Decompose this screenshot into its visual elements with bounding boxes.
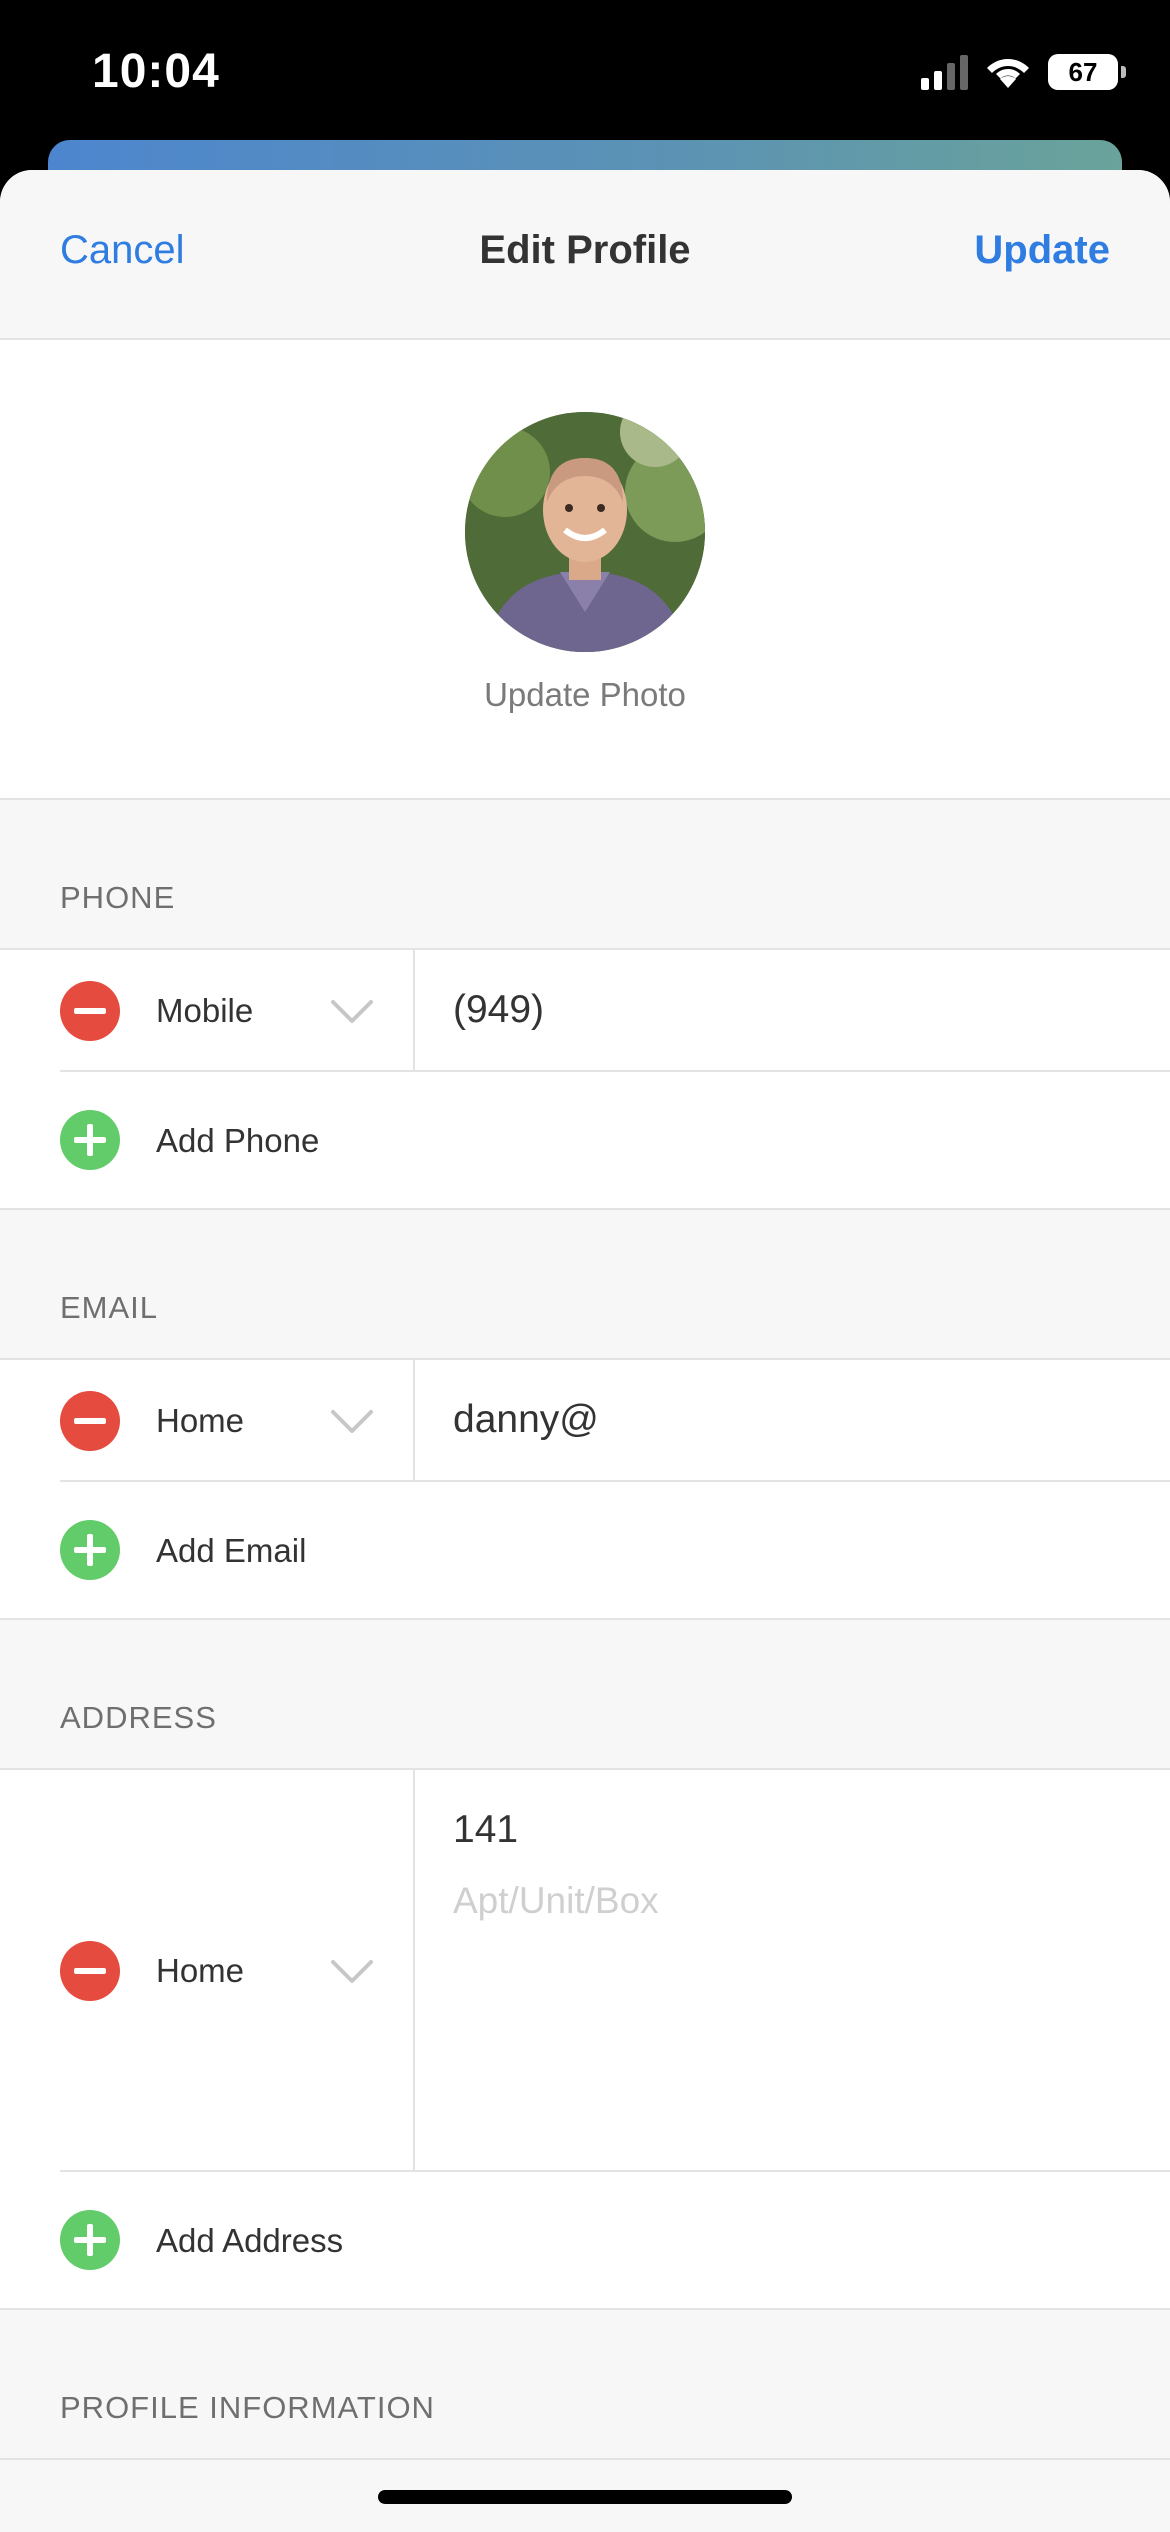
address-section-label: ADDRESS (60, 1700, 217, 1735)
battery-indicator: 67 (1048, 54, 1126, 90)
status-bar: 10:04 67 (0, 0, 1170, 150)
avatar[interactable] (465, 412, 705, 652)
phone-number-value: (949) (453, 988, 545, 1031)
phone-type-label: Mobile (156, 992, 254, 1029)
remove-phone-button[interactable] (60, 981, 120, 1041)
add-email-button[interactable] (60, 1520, 120, 1580)
address-group: Home 141 Apt/Unit/Box Add Address (0, 1770, 1170, 2310)
add-phone-row[interactable]: Add Phone (0, 1072, 1170, 1208)
remove-address-button[interactable] (60, 1941, 120, 2001)
apt-unit-box-field[interactable]: Apt/Unit/Box (453, 1880, 659, 1922)
edit-profile-sheet: Cancel Edit Profile Update Update Photo (0, 170, 1170, 2532)
add-phone-label: Add Phone (156, 1122, 320, 1159)
phone-entry-row: Mobile (949) (0, 950, 1170, 1072)
remove-email-button[interactable] (60, 1391, 120, 1451)
update-button[interactable]: Update (974, 228, 1110, 273)
email-group: Home danny@ Add Email (0, 1360, 1170, 1620)
add-email-label: Add Email (156, 1532, 307, 1569)
minus-icon (74, 1008, 106, 1014)
address-section-header: ADDRESS (0, 1620, 1170, 1770)
add-email-row[interactable]: Add Email (0, 1482, 1170, 1618)
phone-number-field[interactable]: (949) (415, 950, 1170, 1072)
status-time: 10:04 (92, 45, 220, 98)
address-type-label: Home (156, 1952, 245, 1989)
phone-section-label: PHONE (60, 880, 176, 915)
email-value: danny@ (453, 1398, 599, 1441)
profile-information-section-label: PROFILE INFORMATION (60, 2390, 435, 2425)
avatar-image (465, 412, 705, 652)
email-type-label: Home (156, 1402, 245, 1439)
email-section-header: EMAIL (0, 1210, 1170, 1360)
email-field[interactable]: danny@ (415, 1360, 1170, 1482)
add-address-row[interactable]: Add Address (0, 2172, 1170, 2308)
email-section-label: EMAIL (60, 1290, 159, 1325)
address-entry-row: Home 141 Apt/Unit/Box (0, 1770, 1170, 2172)
chevron-down-icon[interactable] (330, 1408, 374, 1436)
update-photo-link[interactable]: Update Photo (0, 676, 1170, 714)
address-fields: 141 Apt/Unit/Box (415, 1770, 1170, 2172)
cellular-signal-icon (921, 54, 968, 90)
add-phone-button[interactable] (60, 1110, 120, 1170)
street-address-field[interactable]: 141 (453, 1808, 518, 1852)
chevron-down-icon[interactable] (330, 1958, 374, 1986)
email-entry-row: Home danny@ (0, 1360, 1170, 1482)
photo-section: Update Photo (0, 340, 1170, 800)
add-address-button[interactable] (60, 2210, 120, 2270)
email-type-cell: Home (0, 1360, 415, 1482)
profile-information-section-header: PROFILE INFORMATION (0, 2310, 1170, 2460)
minus-icon (74, 1968, 106, 1974)
phone-type-cell: Mobile (0, 950, 415, 1072)
phone-section-header: PHONE (0, 800, 1170, 950)
navigation-bar: Cancel Edit Profile Update (0, 170, 1170, 340)
home-indicator[interactable] (378, 2490, 792, 2504)
cancel-button[interactable]: Cancel (60, 228, 185, 273)
status-icons: 67 (921, 52, 1126, 92)
phone-group: Mobile (949) Add Phone (0, 950, 1170, 1210)
address-type-cell: Home (0, 1770, 415, 2172)
add-address-label: Add Address (156, 2222, 344, 2259)
minus-icon (74, 1418, 106, 1424)
wifi-icon (987, 59, 1029, 88)
chevron-down-icon[interactable] (330, 998, 374, 1026)
